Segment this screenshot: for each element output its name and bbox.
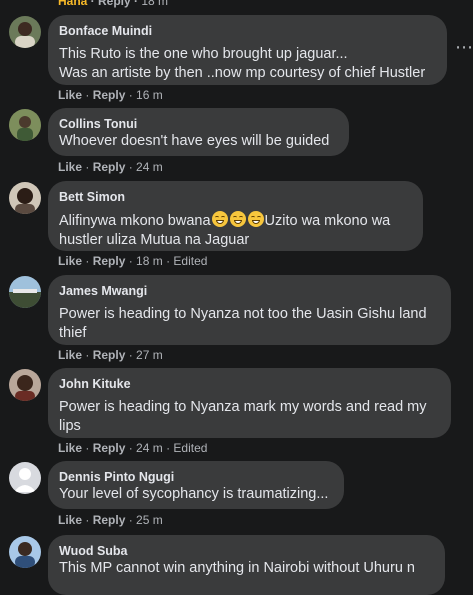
comment-time[interactable]: 16 m [136,88,163,102]
like-link[interactable]: Like [58,160,82,174]
commenter-name[interactable]: James Mwangi [59,283,440,299]
comment-bubble: Wuod Suba This MP cannot win anything in… [48,535,445,595]
reply-link[interactable]: Reply [93,513,126,527]
comment-actions: Like · Reply · 24 m · Edited [58,441,208,455]
comment-actions: Like · Reply · 24 m [58,160,163,174]
avatar[interactable] [9,462,41,494]
comment-text: This Ruto is the one who brought up jagu… [59,46,426,81]
avatar[interactable] [9,16,41,48]
reply-link[interactable]: Reply [93,88,126,102]
comment-actions: Like · Reply · 16 m [58,88,163,102]
like-link[interactable]: Like [58,254,82,268]
comment-time[interactable]: 18 m [136,254,163,268]
comment-bubble: Collins Tonui Whoever doesn't have eyes … [48,108,349,156]
edited-label: Edited [173,441,208,455]
reply-link[interactable]: Reply [93,160,126,174]
haha-reaction-label[interactable]: Haha [58,0,87,8]
avatar[interactable] [9,276,41,308]
comment-actions: Like · Reply · 27 m [58,348,163,362]
comment-text: This MP cannot win anything in Nairobi w… [59,560,415,576]
comment-bubble: Bett Simon Alifinywa mkono bwana Uzito wa… [48,181,423,251]
comment-bubble: James Mwangi Power is heading to Nyanza … [48,275,451,345]
comment-bubble: John Kituke Power is heading to Nyanza m… [48,368,451,438]
comment-bubble: Bonface Muindi This Ruto is the one who … [48,15,447,85]
commenter-name[interactable]: Bonface Muindi [59,23,436,39]
comment-time[interactable]: 25 m [136,513,163,527]
comment-time[interactable]: 24 m [136,160,163,174]
comment-text: Power is heading to Nyanza not too the U… [59,306,427,341]
like-link[interactable]: Like [58,441,82,455]
commenter-name[interactable]: John Kituke [59,376,440,392]
comment-time[interactable]: 27 m [136,348,163,362]
comment-text-before: Alifinywa mkono bwana [59,213,211,229]
comment-text: Alifinywa mkono bwana Uzito wa mkono wa h… [59,211,412,250]
comment-actions: Like · Reply · 25 m [58,513,163,527]
commenter-name[interactable]: Bett Simon [59,189,412,205]
reply-link[interactable]: Reply [93,348,126,362]
reply-link[interactable]: Reply [93,441,126,455]
comment-time[interactable]: 18 m [141,0,168,8]
avatar[interactable] [9,369,41,401]
avatar[interactable] [9,109,41,141]
edited-label: Edited [173,254,208,268]
commenter-name[interactable]: Wuod Suba [59,543,434,559]
comment-text: Your level of sycophancy is traumatizing… [59,486,329,502]
commenter-name[interactable]: Dennis Pinto Ngugi [59,469,333,485]
avatar[interactable] [9,536,41,568]
comment-time[interactable]: 24 m [136,441,163,455]
like-link[interactable]: Like [58,513,82,527]
grinning-face-emoji [247,211,264,227]
avatar[interactable] [9,182,41,214]
comment-bubble: Dennis Pinto Ngugi Your level of sycopha… [48,461,344,509]
like-link[interactable]: Like [58,348,82,362]
grinning-face-emoji [229,211,246,227]
like-link[interactable]: Like [58,88,82,102]
reply-link[interactable]: Reply [98,0,131,8]
grinning-face-emoji [211,211,228,227]
comment-text: Power is heading to Nyanza mark my words… [59,399,427,434]
previous-comment-actions: Haha · Reply · 18 m [58,0,168,8]
comment-text: Whoever doesn't have eyes will be guided [59,133,330,149]
comment-actions: Like · Reply · 18 m · Edited [58,254,208,268]
reply-link[interactable]: Reply [93,254,126,268]
commenter-name[interactable]: Collins Tonui [59,116,338,132]
more-options-icon[interactable]: ⋯ [455,37,473,58]
